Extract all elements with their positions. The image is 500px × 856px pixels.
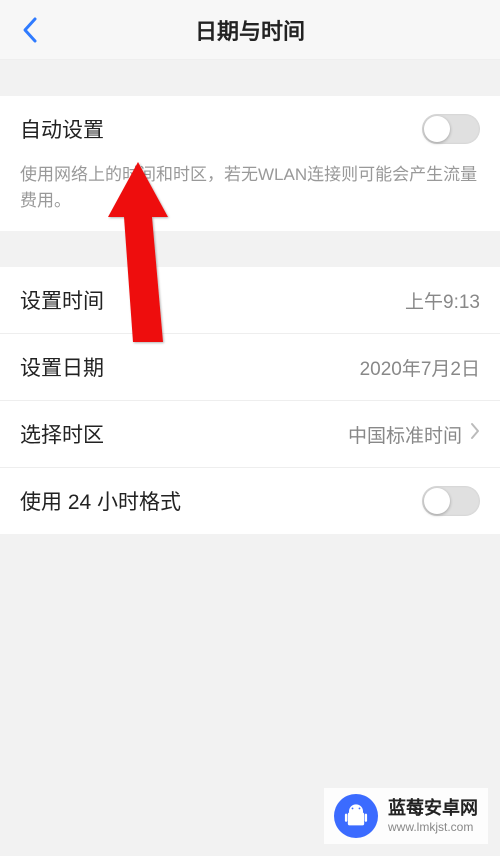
select-timezone-row[interactable]: 选择时区 中国标准时间 [0, 400, 500, 467]
header: 日期与时间 [0, 0, 500, 60]
auto-set-description: 使用网络上的时间和时区，若无WLAN连接则可能会产生流量费用。 [0, 162, 500, 231]
set-date-row[interactable]: 设置日期 2020年7月2日 [0, 333, 500, 400]
set-time-label: 设置时间 [20, 285, 104, 315]
auto-set-row[interactable]: 自动设置 [0, 96, 500, 162]
watermark-name: 蓝莓安卓网 [388, 798, 478, 820]
watermark-logo-icon [334, 794, 378, 838]
auto-set-toggle[interactable] [422, 114, 480, 144]
watermark-url: www.lmkjst.com [388, 820, 478, 834]
hour24-label: 使用 24 小时格式 [20, 486, 181, 516]
chevron-left-icon [22, 16, 38, 44]
auto-set-label: 自动设置 [20, 114, 104, 144]
page-title: 日期与时间 [195, 14, 305, 46]
section-gap [0, 60, 500, 96]
select-timezone-label: 选择时区 [20, 419, 104, 449]
hour24-row[interactable]: 使用 24 小时格式 [0, 467, 500, 534]
select-timezone-value: 中国标准时间 [348, 421, 462, 448]
back-button[interactable] [16, 16, 44, 44]
set-date-label: 设置日期 [20, 352, 104, 382]
chevron-right-icon [470, 422, 480, 446]
set-time-value: 上午9:13 [405, 287, 480, 314]
watermark: 蓝莓安卓网 www.lmkjst.com [324, 788, 488, 844]
set-time-row[interactable]: 设置时间 上午9:13 [0, 267, 500, 333]
set-date-value: 2020年7月2日 [360, 354, 480, 381]
section-gap [0, 231, 500, 267]
hour24-toggle[interactable] [422, 486, 480, 516]
